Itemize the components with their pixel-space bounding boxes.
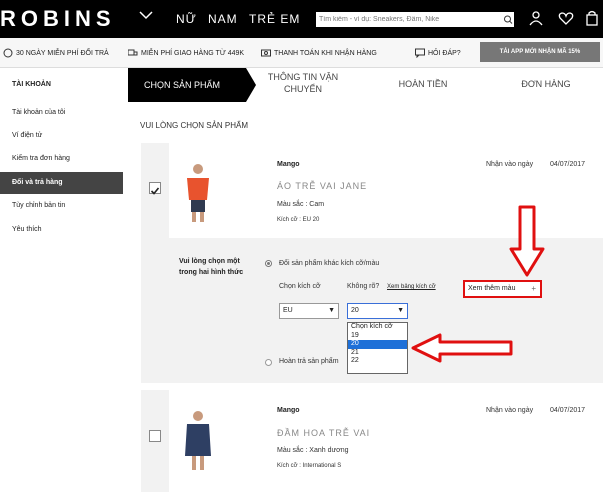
sidebar-item-returns[interactable]: Đổi và trả hàng (12, 179, 63, 186)
select-arrow-icon: ▼ (328, 307, 335, 314)
product-2-received-label: Nhận vào ngày (486, 407, 534, 414)
step-arrow-icon (246, 68, 256, 102)
nav-women[interactable]: NỮ (176, 12, 197, 26)
product-1-brand: Mango (277, 161, 300, 168)
product-card-2-body (169, 390, 603, 492)
promo-cod-text: THANH TOÁN KHI NHẬN HÀNG (274, 49, 377, 57)
search-icon (504, 15, 513, 24)
size-select-value: 20 (351, 307, 359, 314)
step-shipping-info[interactable]: THÔNG TIN VẬN CHUYỂN (258, 71, 348, 95)
product-2-checkbox[interactable] (149, 430, 161, 442)
promo-faq[interactable]: HỎI ĐÁP? (415, 48, 461, 58)
step-refund[interactable]: HOÀN TIỀN (383, 79, 463, 89)
size-system-select[interactable]: EU ▼ (279, 303, 339, 319)
promo-faq-text[interactable]: HỎI ĐÁP? (428, 50, 461, 57)
sidebar-item-my-account[interactable]: Tài khoản của tôi (12, 109, 65, 116)
size-option[interactable]: 21 (348, 349, 407, 358)
product-2-size: Kích cỡ : International S (277, 463, 342, 469)
product-1-photo (187, 164, 209, 222)
product-2-brand: Mango (277, 407, 300, 414)
shopping-bag-icon[interactable] (584, 10, 600, 26)
product-1-name[interactable]: ÁO TRỄ VAI JANE (277, 181, 367, 191)
options-prompt: Vui lòng chọn một trong hai hình thức (179, 258, 244, 276)
section-title: VUI LÒNG CHỌN SẢN PHẨM (140, 121, 249, 130)
radio-dot (267, 262, 270, 265)
step-orders[interactable]: ĐƠN HÀNG (506, 79, 586, 89)
product-1-color: Màu sắc : Cam (277, 201, 325, 208)
product-2-color: Màu sắc : Xanh dương (277, 447, 349, 454)
chat-icon (415, 48, 425, 58)
size-option-selected[interactable]: 20 (348, 340, 407, 349)
size-option[interactable]: 19 (348, 332, 407, 341)
search-input[interactable] (316, 12, 502, 27)
more-colors-button[interactable]: Xem thêm màu + (463, 280, 542, 298)
product-2-photo (185, 411, 211, 470)
refund-label[interactable]: Hoàn trả sản phẩm (279, 358, 339, 365)
product-2-date: 04/07/2017 (550, 407, 586, 414)
product-2-name[interactable]: ĐẦM HOA TRỄ VAI (277, 428, 370, 438)
promo-cod: THANH TOÁN KHI NHẬN HÀNG (261, 48, 377, 58)
sidebar-item-check-orders[interactable]: Kiểm tra đơn hàng (12, 155, 70, 162)
unsure-label: Không rõ? (347, 283, 380, 290)
nav-kids[interactable]: TRẺ EM (249, 12, 300, 26)
product-1-image[interactable] (175, 160, 221, 224)
download-app-button[interactable]: TẢI APP MỚI NHẬN MÃ 15% (480, 42, 600, 62)
checkmark-icon (150, 187, 160, 195)
product-1-checkbox[interactable] (149, 182, 161, 195)
size-select[interactable]: 20 ▼ (347, 303, 408, 319)
plus-icon: + (531, 284, 536, 293)
search-button[interactable] (502, 12, 514, 27)
sidebar-title: TÀI KHOẢN (12, 81, 51, 88)
return-steps: CHỌN SẢN PHẨM THÔNG TIN VẬN CHUYỂN HOÀN … (128, 68, 603, 102)
promo-returns-text: 30 NGÀY MIỄN PHÍ ĐỔI TRẢ (16, 49, 109, 57)
robins-logo[interactable]: ROBINS (0, 6, 116, 32)
annotation-arrow-down (509, 205, 545, 277)
promo-shipping-text: MIỄN PHÍ GIAO HÀNG TỪ 449K (141, 49, 245, 57)
truck-icon (128, 49, 138, 56)
step-choose-product[interactable]: CHỌN SẢN PHẨM (128, 68, 246, 102)
size-dropdown-list[interactable]: Chọn kích cỡ 19 20 21 22 (347, 322, 408, 374)
refund-radio[interactable] (265, 359, 272, 366)
promo-returns: 30 NGÀY MIỄN PHÍ ĐỔI TRẢ (3, 48, 109, 58)
return-icon (3, 48, 13, 58)
size-option[interactable]: 22 (348, 357, 407, 366)
account-icon[interactable] (528, 10, 544, 26)
more-colors-label: Xem thêm màu (468, 285, 516, 292)
top-bar: ROBINS NỮ NAM TRẺ EM (0, 0, 603, 38)
product-1-date: 04/07/2017 (550, 161, 586, 168)
wishlist-icon[interactable] (558, 10, 574, 26)
exchange-label[interactable]: Đổi sản phẩm khác kích cỡ/màu (279, 260, 379, 267)
product-2-image[interactable] (175, 408, 221, 472)
size-chart-link[interactable]: Xem bảng kích cỡ (387, 284, 436, 290)
exchange-radio[interactable] (265, 260, 272, 267)
annotation-arrow-left (411, 333, 513, 363)
sidebar-item-favorites[interactable]: Yêu thích (12, 226, 42, 233)
promo-shipping: MIỄN PHÍ GIAO HÀNG TỪ 449K (128, 48, 244, 58)
product-1-size: Kích cỡ : EU 20 (277, 217, 320, 223)
sidebar-item-wallet[interactable]: Ví điện tử (12, 132, 42, 139)
product-1-received-label: Nhận vào ngày (486, 161, 534, 168)
choose-size-label: Chọn kích cỡ (279, 283, 321, 290)
nav-men[interactable]: NAM (208, 12, 238, 26)
sidebar-item-newsletter[interactable]: Tùy chỉnh bản tin (12, 202, 65, 209)
size-system-value: EU (283, 307, 293, 314)
cash-icon (261, 49, 271, 57)
chevron-down-icon[interactable] (139, 10, 153, 20)
select-arrow-icon: ▼ (397, 307, 404, 314)
size-option[interactable]: Chọn kích cỡ (348, 323, 407, 332)
